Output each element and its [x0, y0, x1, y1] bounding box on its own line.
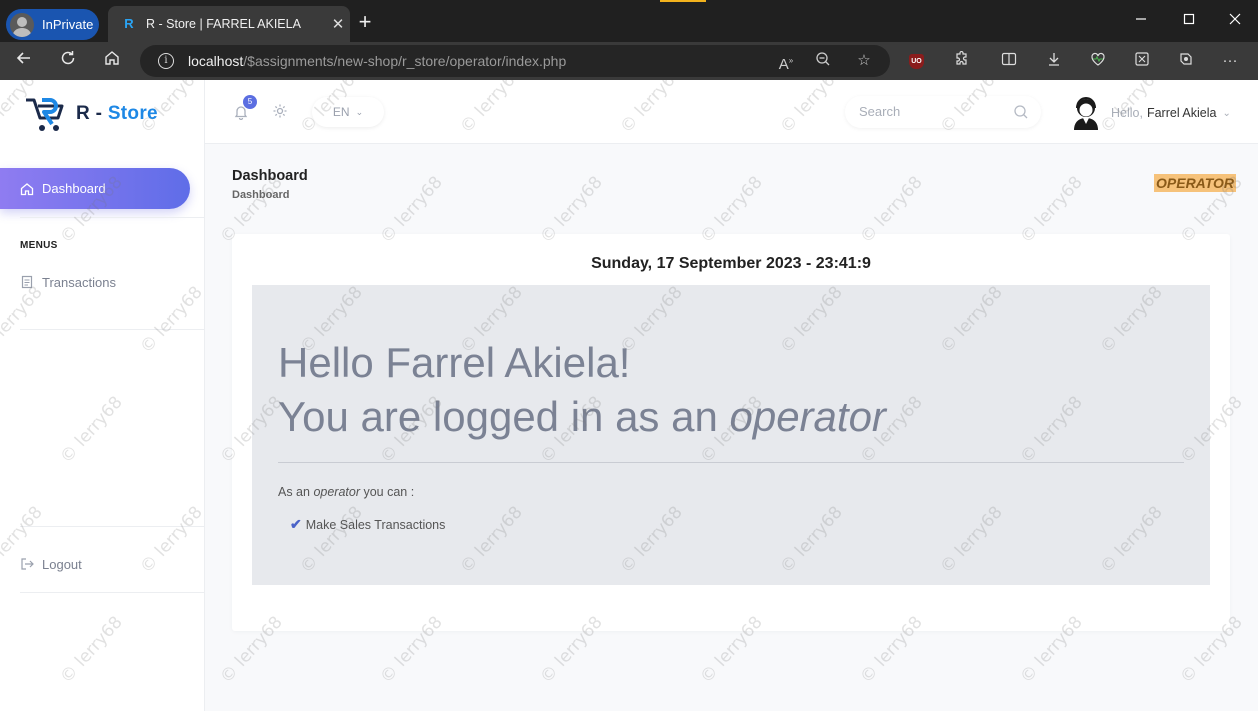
info-icon[interactable]: i [158, 53, 174, 69]
breadcrumb[interactable]: Dashboard [232, 189, 289, 201]
notification-badge: 5 [243, 95, 257, 109]
close-window-button[interactable] [1222, 10, 1248, 32]
refresh-icon [61, 51, 75, 65]
sidebar-divider [20, 217, 205, 218]
sidebar-item-dashboard[interactable]: Dashboard [0, 168, 190, 209]
sidebar-item-label: Transactions [42, 274, 116, 290]
avatar [1074, 96, 1098, 130]
maximize-icon [1183, 13, 1195, 25]
minimize-button[interactable] [1128, 10, 1154, 32]
brand-logo[interactable]: R - Store [20, 94, 158, 134]
address-bar[interactable]: i localhost/$assignments/new-shop/r_stor… [140, 45, 890, 77]
welcome-jumbotron: Hello Farrel Akiela! You are logged in a… [252, 285, 1210, 585]
search-box[interactable] [845, 96, 1041, 128]
greeting-heading: Hello Farrel Akiela! [278, 339, 631, 386]
dashboard-card: Sunday, 17 September 2023 - 23:41:9 Hell… [232, 234, 1230, 631]
check-icon: ✔ [290, 516, 302, 532]
read-aloud-icon[interactable]: A» [775, 51, 797, 73]
web-capture-icon[interactable] [1131, 51, 1153, 71]
downloads-icon[interactable] [1043, 51, 1065, 71]
chevron-down-icon: ⌄ [1222, 107, 1231, 119]
logout-icon [21, 558, 34, 570]
home-icon [20, 182, 34, 195]
url-text[interactable]: localhost/$assignments/new-shop/r_store/… [188, 53, 566, 69]
gear-icon[interactable] [272, 103, 288, 119]
profile-avatar-icon [10, 12, 34, 37]
current-datetime: Sunday, 17 September 2023 - 23:41:9 [591, 255, 871, 272]
favorite-icon[interactable]: ☆ [853, 51, 875, 71]
tabstrip-accent [660, 0, 706, 2]
user-name: Farrel Akiela [1146, 106, 1217, 120]
user-greeting: Hello, [1111, 106, 1143, 120]
search-icon[interactable] [1013, 104, 1029, 120]
language-select[interactable]: EN ⌄ [312, 97, 384, 127]
role-badge: OPERATOR [1154, 174, 1237, 192]
minimize-icon [1136, 18, 1146, 20]
home-icon [105, 51, 119, 65]
r-store-logo-icon [26, 98, 64, 131]
split-screen-icon[interactable] [998, 51, 1020, 71]
extensions-icon[interactable] [950, 50, 972, 71]
sidebar-item-transactions[interactable]: Transactions [20, 272, 116, 292]
refresh-button[interactable] [53, 46, 83, 76]
browser-essentials-icon[interactable] [1087, 51, 1109, 71]
more-icon[interactable]: ··· [1219, 51, 1241, 71]
tab-title: R - Store | FARREL AKIELA [146, 17, 301, 31]
sidebar-divider [20, 526, 205, 527]
search-input[interactable] [859, 104, 1009, 119]
sidebar: R - Store Dashboard MENUS Transactions L… [0, 80, 205, 711]
document-icon [21, 275, 33, 289]
tab-close-icon[interactable]: ✕ [326, 15, 350, 33]
language-value: EN [332, 105, 350, 119]
browser-tab-active[interactable]: R R - Store | FARREL AKIELA ✕ [108, 6, 350, 42]
home-button[interactable] [97, 46, 127, 76]
divider [278, 462, 1184, 463]
app-topbar: 5 EN ⌄ Hello, Farrel Akiela ⌄ [205, 80, 1258, 144]
brand-name: R - Store [76, 103, 158, 124]
r-store-favicon-icon: R [124, 16, 134, 31]
user-menu[interactable]: Hello, Farrel Akiela ⌄ [1071, 96, 1231, 130]
zoom-out-icon[interactable] [812, 51, 834, 71]
back-button[interactable] [9, 46, 39, 76]
new-tab-button[interactable]: + [354, 11, 376, 34]
menus-heading: MENUS [20, 240, 58, 251]
page-title: Dashboard [232, 168, 308, 184]
permissions-intro: As an operator you can : [278, 485, 415, 499]
sidebar-item-label: Dashboard [42, 181, 106, 196]
sidebar-item-logout[interactable]: Logout [20, 554, 82, 574]
ublock-icon[interactable]: UO [909, 54, 924, 69]
sidebar-divider [20, 329, 205, 330]
copilot-icon[interactable] [1175, 51, 1197, 71]
back-icon [16, 52, 30, 64]
maximize-button[interactable] [1176, 10, 1202, 32]
close-icon [1229, 13, 1241, 25]
permission-label: Make Sales Transactions [305, 517, 446, 532]
browser-tab-bar: InPrivate R R - Store | FARREL AKIELA ✕ … [0, 0, 1258, 42]
sidebar-divider [20, 592, 205, 593]
logged-in-heading: You are logged in as an operator [278, 393, 886, 440]
inprivate-button[interactable]: InPrivate [6, 9, 99, 40]
inprivate-label: InPrivate [42, 17, 94, 32]
chevron-down-icon: ⌄ [355, 106, 364, 117]
sidebar-item-label: Logout [42, 556, 82, 572]
permission-item: ✔ Make Sales Transactions [290, 516, 445, 533]
browser-toolbar: i localhost/$assignments/new-shop/r_stor… [0, 42, 1258, 80]
